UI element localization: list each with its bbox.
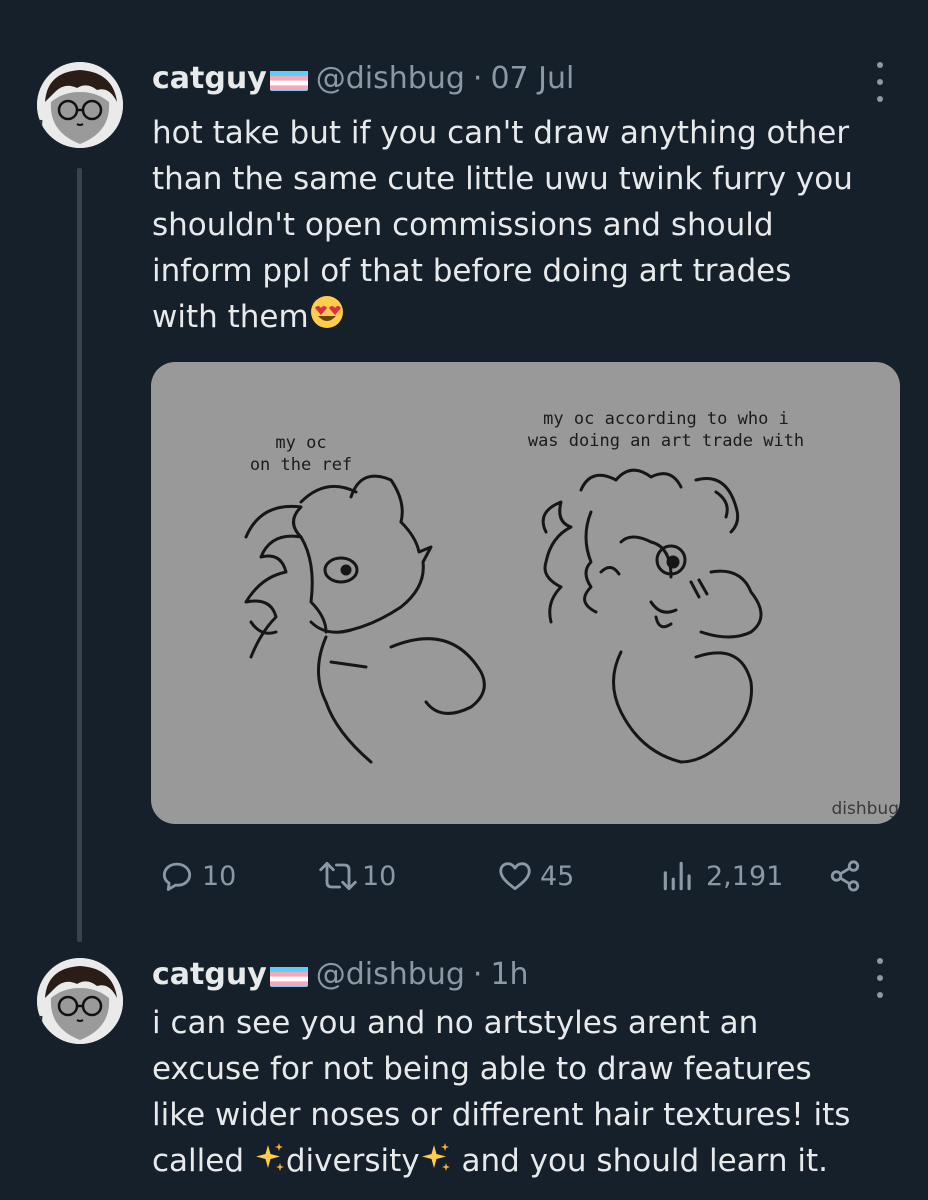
left-caption-line: my oc (275, 433, 326, 453)
tweet-text-line: excuse for not being able to draw featur… (152, 1051, 812, 1087)
retweet-icon (319, 862, 357, 890)
tweet-text-line: shouldn't open commissions and should (152, 207, 774, 243)
comic-drawing: my oc on the ref my oc according to who … (244, 409, 899, 819)
tweet-text-line: than the same cute little uwu twink furr… (152, 161, 853, 197)
separator-dot: · (472, 957, 483, 992)
like-count: 45 (540, 860, 575, 892)
tweet-text-line: with them (152, 294, 892, 343)
separator-dot: · (472, 61, 483, 96)
tweet-text-segment: called (152, 1143, 254, 1179)
right-character-sketch (541, 468, 763, 764)
retweet-count: 10 (362, 860, 397, 892)
views-chart-icon (663, 861, 691, 891)
share-button[interactable] (828, 852, 862, 900)
sparkles-emoji-icon (254, 1140, 286, 1186)
right-caption-line: my oc according to who i (543, 409, 789, 429)
tweet-header: catguy @dishbug · 07 Jul (152, 60, 574, 98)
more-options-icon[interactable] (870, 62, 890, 102)
tweet-media-image[interactable]: my oc on the ref my oc according to who … (151, 362, 900, 824)
timestamp[interactable]: 1h (490, 956, 528, 994)
left-character-sketch (244, 474, 486, 764)
more-options-icon[interactable] (870, 958, 890, 998)
tweet-text-line: inform ppl of that before doing art trad… (152, 253, 792, 289)
thread-connector-line (77, 168, 82, 942)
tweet-text-line: hot take but if you can't draw anything … (152, 115, 850, 151)
tweet-header: catguy @dishbug · 1h (152, 956, 529, 994)
trans-flag-icon (269, 67, 308, 91)
watermark-text: dishbug (831, 799, 899, 819)
tweet-text-line: like wider noses or different hair textu… (152, 1097, 851, 1133)
timestamp[interactable]: 07 Jul (490, 60, 574, 98)
tweet-text-line: called diversity and you should learn it… (152, 1138, 892, 1186)
left-caption-line: on the ref (250, 455, 352, 475)
heart-icon (499, 862, 531, 891)
view-count: 2,191 (706, 860, 784, 892)
sparkles-emoji-icon (420, 1140, 452, 1186)
tweet-body: hot take but if you can't draw anything … (152, 110, 892, 343)
handle[interactable]: @dishbug (316, 60, 465, 98)
reply-icon (162, 862, 192, 891)
tweet-text-segment: diversity (285, 1143, 420, 1179)
tweet-text-segment: with them (152, 299, 309, 335)
retweet-button[interactable]: 10 (316, 852, 396, 900)
share-icon (830, 860, 860, 892)
heart-eyes-emoji-icon (309, 294, 345, 343)
tweet-action-bar: 10 10 45 2,191 (0, 852, 928, 900)
display-name[interactable]: catguy (152, 956, 267, 994)
right-caption-line: was doing an art trade with (528, 431, 804, 451)
display-name[interactable]: catguy (152, 60, 267, 98)
handle[interactable]: @dishbug (316, 956, 465, 994)
avatar[interactable] (37, 958, 123, 1044)
avatar[interactable] (37, 62, 123, 148)
views-button[interactable]: 2,191 (658, 852, 783, 900)
reply-count: 10 (202, 860, 237, 892)
reply-button[interactable]: 10 (158, 852, 236, 900)
tweet-body: i can see you and no artstyles arent an … (152, 1000, 892, 1186)
trans-flag-icon (269, 963, 308, 987)
tweet-text-segment: and you should learn it. (451, 1143, 828, 1179)
tweet-text-line: i can see you and no artstyles arent an (152, 1005, 759, 1041)
like-button[interactable]: 45 (496, 852, 574, 900)
